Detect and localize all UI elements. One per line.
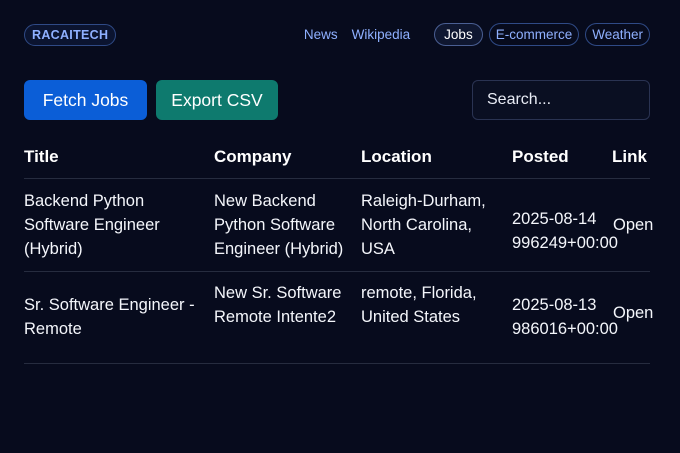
posted-date: 2025-08-13 xyxy=(512,296,597,314)
nav-news[interactable]: News xyxy=(300,23,342,46)
app-root: RACAITECH News Wikipedia Jobs E-commerce… xyxy=(0,0,680,453)
table-header: Title Company Location Posted Link xyxy=(24,137,650,179)
fetch-jobs-button[interactable]: Fetch Jobs xyxy=(24,80,147,120)
search-input[interactable] xyxy=(472,80,650,120)
jobs-table: Title Company Location Posted Link Backe… xyxy=(24,137,653,364)
brand-logo[interactable]: RACAITECH xyxy=(24,24,117,46)
posted-time: 986016+00:00 xyxy=(512,320,618,338)
column-header-location[interactable]: Location xyxy=(361,147,432,167)
column-header-company[interactable]: Company xyxy=(214,147,291,167)
cell-title: Backend Python Software Engineer (Hybrid… xyxy=(24,192,160,258)
cell-company: New Backend Python Software Engineer (Hy… xyxy=(214,192,344,258)
top-nav: News Wikipedia Jobs E-commerce Weather xyxy=(300,23,650,46)
open-link[interactable]: Open xyxy=(613,301,658,325)
open-link[interactable]: Open xyxy=(613,213,658,237)
nav-weather[interactable]: Weather xyxy=(585,23,650,46)
column-header-link[interactable]: Link xyxy=(612,147,647,167)
posted-time: 996249+00:00 xyxy=(512,234,618,252)
cell-posted: 2025-08-14 996249+00:00 xyxy=(512,207,618,255)
table-row: Backend Python Software Engineer (Hybrid… xyxy=(24,179,653,272)
cell-title: Sr. Software Engineer - Remote xyxy=(24,296,195,338)
export-csv-button[interactable]: Export CSV xyxy=(156,80,278,120)
nav-wikipedia[interactable]: Wikipedia xyxy=(348,23,415,46)
nav-jobs[interactable]: Jobs xyxy=(434,23,483,46)
table-row: Sr. Software Engineer - Remote New Sr. S… xyxy=(24,272,653,364)
column-header-posted[interactable]: Posted xyxy=(512,147,569,167)
cell-posted: 2025-08-13 986016+00:00 xyxy=(512,293,618,341)
nav-ecommerce[interactable]: E-commerce xyxy=(488,23,580,46)
column-header-title[interactable]: Title xyxy=(24,147,59,167)
cell-location: Raleigh-Durham, North Carolina, USA xyxy=(361,192,486,258)
posted-date: 2025-08-14 xyxy=(512,210,597,228)
cell-company: New Sr. Software Remote Intente2 xyxy=(214,284,342,326)
cell-location: remote, Florida, United States xyxy=(361,284,477,326)
